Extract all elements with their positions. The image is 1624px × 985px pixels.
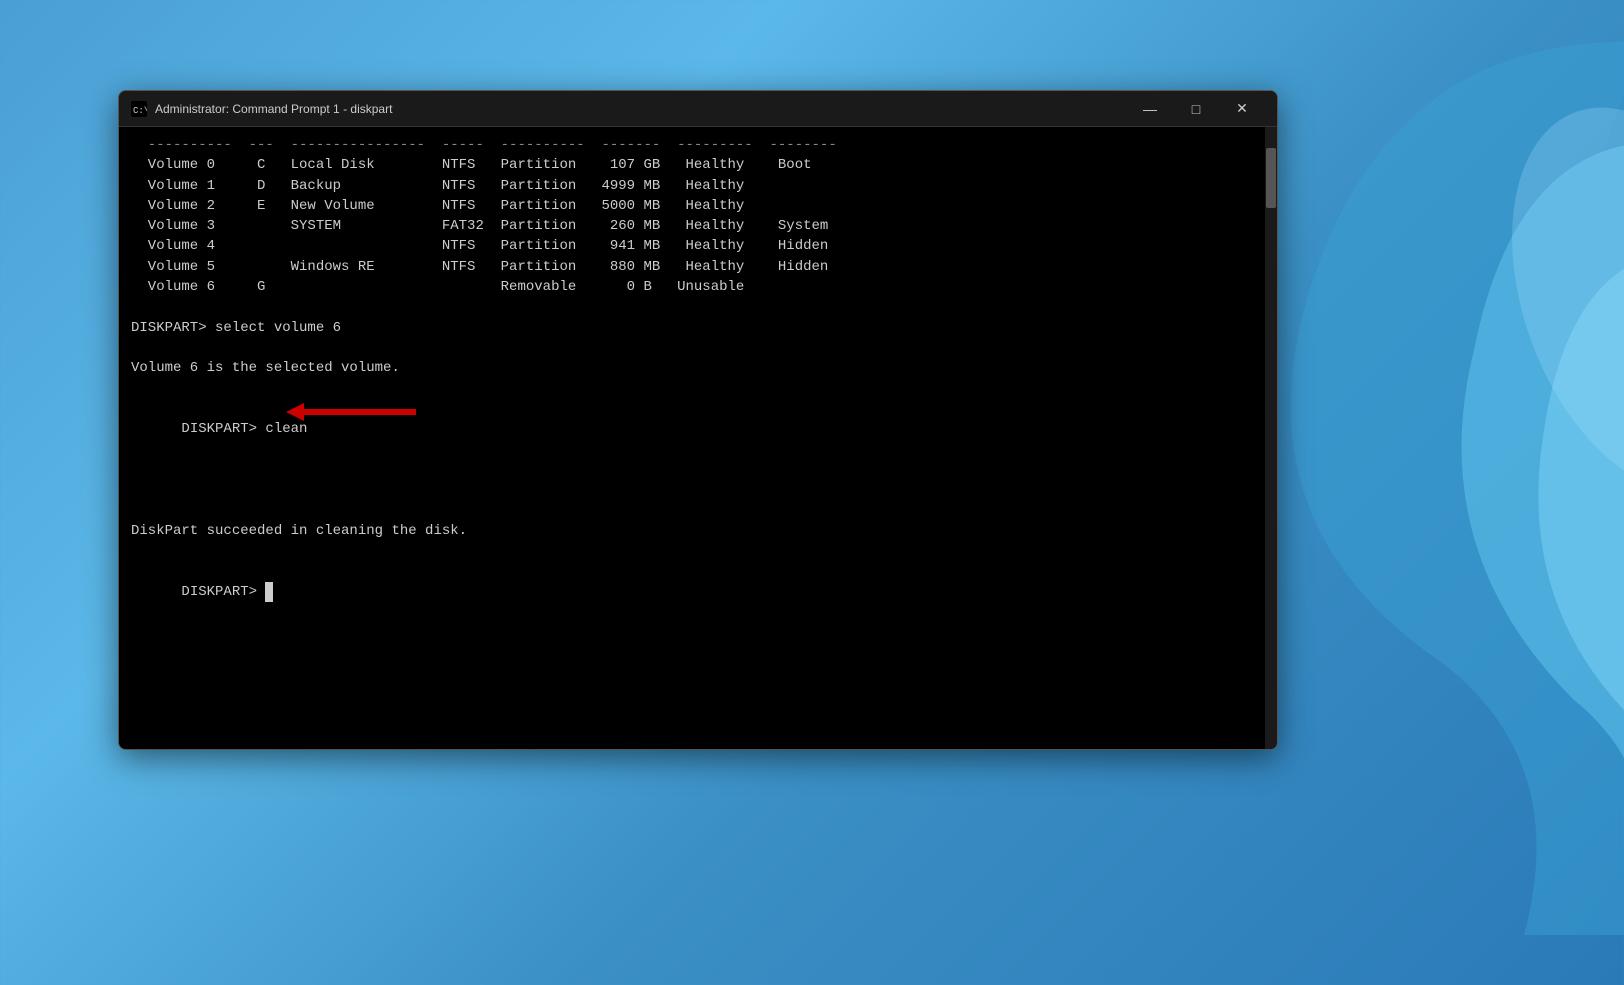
scrollbar[interactable]	[1265, 127, 1277, 749]
output-selected-volume: Volume 6 is the selected volume.	[131, 358, 1265, 378]
svg-text:C:\: C:\	[133, 106, 147, 116]
output-clean: DiskPart succeeded in cleaning the disk.	[131, 521, 1265, 541]
volume-row-5: Volume 5 Windows RE NTFS Partition 880 M…	[131, 257, 1265, 277]
separator-line: ---------- --- ---------------- ----- --…	[131, 135, 1265, 155]
blank-line-2	[131, 338, 1265, 358]
final-prompt: DISKPART>	[131, 561, 1265, 622]
command-clean: DISKPART> clean	[181, 421, 307, 437]
close-button[interactable]: ✕	[1219, 91, 1265, 127]
volume-row-6: Volume 6 G Removable 0 B Unusable	[131, 277, 1265, 297]
command-prompt-window: C:\ Administrator: Command Prompt 1 - di…	[118, 90, 1278, 750]
blank-line-3	[131, 379, 1265, 399]
title-bar: C:\ Administrator: Command Prompt 1 - di…	[119, 91, 1277, 127]
blank-line-4	[131, 500, 1265, 520]
red-arrow	[286, 401, 416, 423]
maximize-button[interactable]: □	[1173, 91, 1219, 127]
blank-line-1	[131, 297, 1265, 317]
scrollbar-thumb[interactable]	[1266, 148, 1276, 208]
window-controls: — □ ✕	[1127, 91, 1265, 127]
command-select-volume: DISKPART> select volume 6	[131, 318, 1265, 338]
minimize-button[interactable]: —	[1127, 91, 1173, 127]
window-title: Administrator: Command Prompt 1 - diskpa…	[155, 102, 1127, 116]
volume-row-1: Volume 1 D Backup NTFS Partition 4999 MB…	[131, 176, 1265, 196]
terminal-body[interactable]: ---------- --- ---------------- ----- --…	[119, 127, 1277, 749]
volume-row-2: Volume 2 E New Volume NTFS Partition 500…	[131, 196, 1265, 216]
volume-row-0: Volume 0 C Local Disk NTFS Partition 107…	[131, 155, 1265, 175]
volume-row-3: Volume 3 SYSTEM FAT32 Partition 260 MB H…	[131, 216, 1265, 236]
volume-row-4: Volume 4 NTFS Partition 941 MB Healthy H…	[131, 236, 1265, 256]
blank-line-5	[131, 541, 1265, 561]
command-clean-line: DISKPART> clean	[131, 399, 1265, 500]
cmd-icon: C:\	[131, 101, 147, 117]
